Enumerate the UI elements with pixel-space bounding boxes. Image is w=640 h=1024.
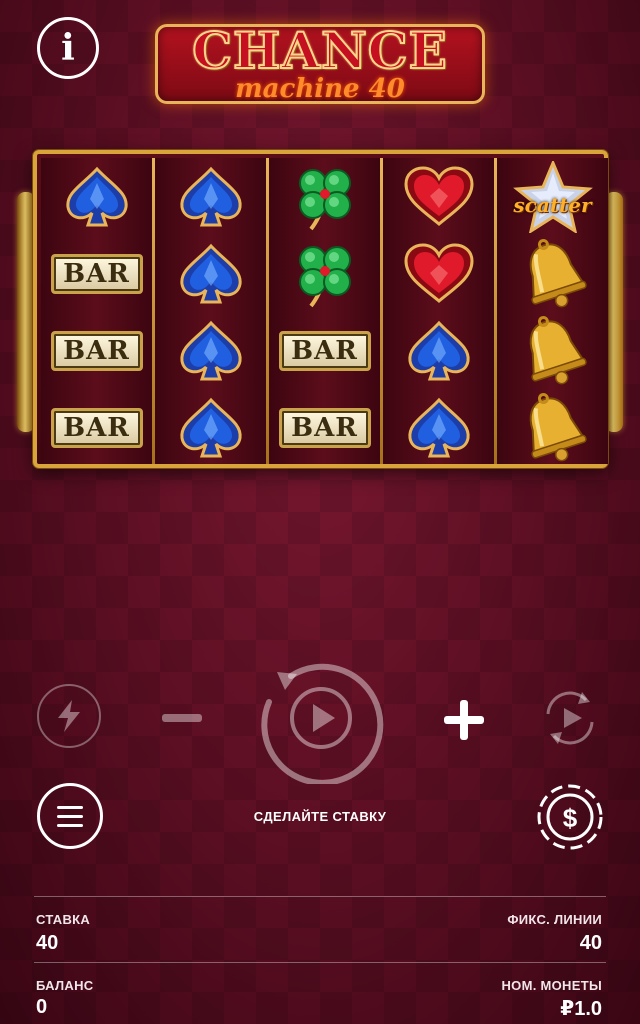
heart-symbol-icon xyxy=(403,242,474,303)
spade-symbol-icon xyxy=(407,320,470,380)
info-button[interactable]: i xyxy=(37,17,99,79)
logo-subtitle: machine 40 xyxy=(235,74,405,104)
reel-cell xyxy=(269,235,380,312)
spade-symbol-icon xyxy=(179,243,242,303)
reel-cell xyxy=(497,312,608,389)
reel-cell: BAR xyxy=(269,389,380,466)
increase-bet-button[interactable] xyxy=(440,696,488,744)
spade-symbol-icon xyxy=(407,397,470,457)
reel-cell: BAR xyxy=(41,389,152,466)
reel-cell: BAR xyxy=(41,312,152,389)
stake-label: СТАВКА xyxy=(36,912,91,927)
bet-settings-button[interactable]: $ xyxy=(535,782,605,852)
reel-3: BAR BAR xyxy=(269,158,380,464)
svg-text:$: $ xyxy=(563,803,578,833)
dollar-chip-icon: $ xyxy=(537,784,603,850)
bar-symbol: BAR xyxy=(50,253,143,294)
lines-label: ФИКС. ЛИНИИ xyxy=(507,912,602,927)
spade-symbol-icon xyxy=(179,397,242,457)
reel-4 xyxy=(383,158,494,464)
reel-cell xyxy=(41,158,152,235)
bell-symbol-icon xyxy=(529,315,587,384)
reel-1: BAR BAR BAR xyxy=(41,158,152,464)
autoplay-icon xyxy=(546,691,594,745)
bar-symbol: BAR xyxy=(278,330,371,371)
reel-cell xyxy=(383,389,494,466)
reel-cell xyxy=(155,158,266,235)
spade-symbol-icon xyxy=(65,166,128,226)
autoplay-button[interactable] xyxy=(536,684,604,752)
clover-symbol-icon xyxy=(298,245,351,307)
stats-panel: СТАВКА 40 ФИКС. ЛИНИИ 40 БАЛАНС 0 НОМ. М… xyxy=(0,896,640,1024)
reel-2 xyxy=(155,158,266,464)
bar-symbol: BAR xyxy=(278,407,371,448)
clover-symbol-icon xyxy=(298,168,351,230)
bell-symbol-icon xyxy=(529,392,587,461)
reel-cell xyxy=(155,389,266,466)
spin-play-icon xyxy=(261,663,384,784)
reel-cell xyxy=(269,158,380,235)
coin-value: ₽1.0 xyxy=(560,998,602,1020)
reel-cell xyxy=(497,235,608,312)
bar-symbol: BAR xyxy=(50,330,143,371)
heart-symbol-icon xyxy=(403,165,474,226)
spade-symbol-icon xyxy=(179,166,242,226)
plus-icon xyxy=(444,700,484,740)
bell-symbol-icon xyxy=(529,238,587,307)
bar-symbol: BAR xyxy=(50,407,143,448)
scatter-symbol: scatter xyxy=(501,160,605,233)
game-logo: CHANCE machine 40 xyxy=(155,20,485,104)
divider xyxy=(34,962,606,963)
divider xyxy=(34,896,606,897)
reel-cell xyxy=(383,312,494,389)
turbo-button[interactable] xyxy=(37,684,101,748)
scatter-label: scatter xyxy=(513,192,592,217)
lightning-icon xyxy=(58,700,80,732)
info-icon: i xyxy=(61,27,75,69)
spade-symbol-icon xyxy=(179,320,242,380)
logo-title: CHANCE xyxy=(191,20,448,81)
decrease-bet-button[interactable] xyxy=(160,700,204,736)
reels-area: BAR BAR BAR BAR BAR scatter xyxy=(33,150,608,468)
balance-value: 0 xyxy=(36,996,48,1018)
reel-cell xyxy=(155,235,266,312)
lines-value: 40 xyxy=(579,932,602,954)
reel-5: scatter xyxy=(497,158,608,464)
reel-cell: BAR xyxy=(269,312,380,389)
spin-button[interactable] xyxy=(255,652,387,784)
reel-cell xyxy=(497,389,608,466)
reel-cell xyxy=(383,158,494,235)
reel-cell: scatter xyxy=(497,158,608,235)
reel-cell xyxy=(383,235,494,312)
stake-value: 40 xyxy=(36,932,59,954)
reel-cell xyxy=(155,312,266,389)
reel-cell: BAR xyxy=(41,235,152,312)
balance-label: БАЛАНС xyxy=(36,978,94,993)
coin-label: НОМ. МОНЕТЫ xyxy=(501,978,602,993)
